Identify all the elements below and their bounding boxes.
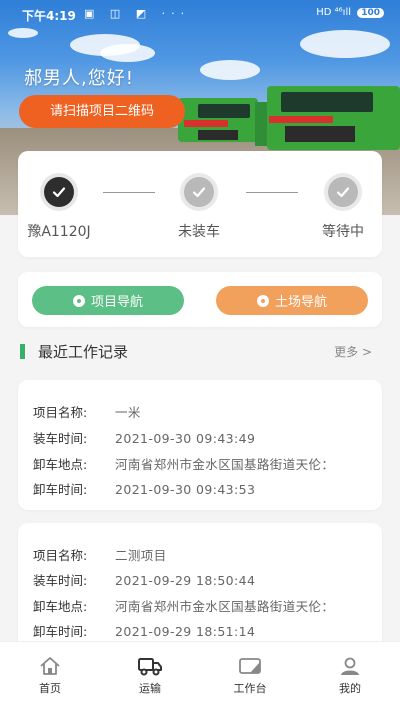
record-project-row: 项目名称: 二测项目 <box>33 545 365 564</box>
project-navigation-label: 项目导航 <box>90 295 143 310</box>
step-label: 豫A1120J <box>27 224 91 240</box>
workbench-icon <box>239 658 261 674</box>
step-connector <box>103 192 155 193</box>
record-unload-place-row: 卸车地点: 河南省郑州市金水区国基路街道天伦： <box>33 596 365 615</box>
tab-transport[interactable]: 运输 <box>110 656 190 696</box>
cloud <box>8 28 38 38</box>
tab-label: 工作台 <box>233 682 267 695</box>
load-time: 2021-09-29 18:50:44 <box>115 573 256 588</box>
unload-time: 2021-09-29 18:51:14 <box>115 624 256 639</box>
field-label: 装车时间: <box>33 431 88 446</box>
record-load-time-row: 装车时间: 2021-09-29 18:50:44 <box>33 570 365 589</box>
signal-icons: HD ⁴⁶ıll 100 <box>316 7 384 18</box>
field-label: 项目名称: <box>33 405 88 420</box>
field-label: 装车时间: <box>33 573 88 588</box>
record-unload-time-row: 卸车时间: 2021-09-29 18:51:14 <box>33 621 365 640</box>
site-navigation-button[interactable]: 土场导航 <box>216 286 368 315</box>
signal-icon: HD ⁴⁶ıll <box>316 7 352 18</box>
record-load-time-row: 装车时间: 2021-09-30 09:43:49 <box>33 428 365 447</box>
field-label: 卸车时间: <box>33 482 88 497</box>
cloud <box>100 44 155 62</box>
work-record-card[interactable]: 项目名称: 二测项目 装车时间: 2021-09-29 18:50:44 卸车地点:… <box>18 523 382 641</box>
recent-records-header: 最近工作记录 更多 > <box>20 340 380 364</box>
check-icon <box>328 177 358 207</box>
field-label: 项目名称: <box>33 548 88 563</box>
field-label: 卸车时间: <box>33 624 88 639</box>
truck-image <box>255 80 400 160</box>
bottom-tab-bar: 首页 运输 工作台 我的 <box>0 641 400 711</box>
status-bar: 下午4:19 ▣ ◫ ◩ ··· HD ⁴⁶ıll 100 <box>0 0 400 28</box>
notification-icons: ▣ ◫ ◩ ··· <box>84 7 191 20</box>
work-record-card[interactable]: 项目名称: 一米 装车时间: 2021-09-30 09:43:49 卸车地点: 河南… <box>18 380 382 510</box>
truck-icon <box>138 658 162 676</box>
project-name: 二测项目 <box>115 548 167 563</box>
location-icon <box>72 294 85 307</box>
cloud <box>300 30 390 58</box>
scan-qr-button[interactable]: 请扫描项目二维码 <box>19 95 185 128</box>
unload-place: 河南省郑州市金水区国基路街道天伦： <box>115 599 335 614</box>
tab-label: 我的 <box>339 682 361 695</box>
step-loading: 未装车 <box>159 177 239 241</box>
cloud <box>200 60 260 80</box>
check-icon <box>44 177 74 207</box>
step-label: 未装车 <box>178 224 220 240</box>
site-navigation-label: 土场导航 <box>274 295 327 310</box>
greeting-text: 郝男人,您好! <box>24 68 134 89</box>
tab-home[interactable]: 首页 <box>10 656 90 696</box>
project-name: 一米 <box>115 405 141 420</box>
unload-place: 河南省郑州市金水区国基路街道天伦： <box>115 457 335 472</box>
user-icon <box>341 657 359 675</box>
more-link[interactable]: 更多 > <box>334 343 372 360</box>
tab-mine[interactable]: 我的 <box>310 656 390 696</box>
section-marker <box>20 344 25 359</box>
project-navigation-button[interactable]: 项目导航 <box>32 286 184 315</box>
section-title: 最近工作记录 <box>38 343 129 361</box>
check-icon <box>184 177 214 207</box>
tab-label: 首页 <box>39 682 61 695</box>
load-time: 2021-09-30 09:43:49 <box>115 431 256 446</box>
step-waiting: 等待中 <box>303 177 383 241</box>
record-project-row: 项目名称: 一米 <box>33 402 365 421</box>
step-connector <box>246 192 298 193</box>
home-icon <box>40 657 60 675</box>
navigation-card: 项目导航 土场导航 <box>18 272 382 327</box>
tab-workbench[interactable]: 工作台 <box>210 656 290 696</box>
battery-icon: 100 <box>357 8 384 18</box>
location-icon <box>256 294 269 307</box>
field-label: 卸车地点: <box>33 457 88 472</box>
record-unload-time-row: 卸车时间: 2021-09-30 09:43:53 <box>33 479 365 498</box>
status-time: 下午4:19 <box>22 9 76 23</box>
field-label: 卸车地点: <box>33 599 88 614</box>
step-label: 等待中 <box>322 224 364 240</box>
record-unload-place-row: 卸车地点: 河南省郑州市金水区国基路街道天伦： <box>33 454 365 473</box>
step-vehicle: 豫A1120J <box>19 177 99 241</box>
unload-time: 2021-09-30 09:43:53 <box>115 482 256 497</box>
tab-label: 运输 <box>139 682 161 695</box>
status-card: 豫A1120J 未装车 等待中 <box>18 151 382 257</box>
